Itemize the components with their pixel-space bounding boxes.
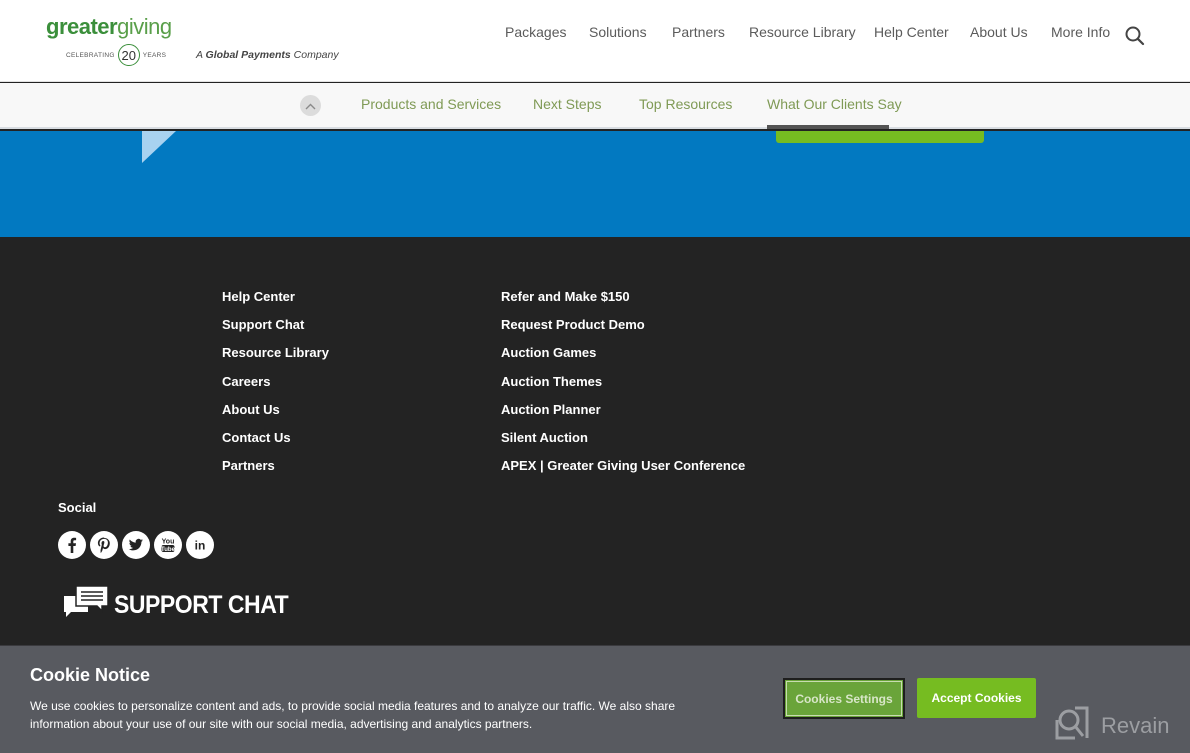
tagline-suffix: Company xyxy=(290,49,339,61)
nav-help-center[interactable]: Help Center xyxy=(874,24,949,40)
revain-watermark: Revain xyxy=(1055,706,1169,746)
decorative-triangle xyxy=(142,131,176,163)
facebook-icon[interactable] xyxy=(58,531,86,559)
svg-text:in: in xyxy=(195,539,206,553)
logo-word-light: giving xyxy=(117,14,172,39)
support-chat-label: SUPPORT CHAT xyxy=(114,591,289,619)
logo-years-badge: 20 xyxy=(117,44,140,66)
logo-celebrating: CELEBRATING xyxy=(66,51,115,59)
cookies-settings-button[interactable]: Cookies Settings xyxy=(783,678,905,719)
support-chat-button[interactable]: SUPPORT CHAT xyxy=(62,584,303,627)
nav-about-us[interactable]: About Us xyxy=(970,24,1028,40)
subnav-what-our-clients-say[interactable]: What Our Clients Say xyxy=(767,96,902,112)
footer-link-about-us[interactable]: About Us xyxy=(222,396,329,424)
subnav-next-steps[interactable]: Next Steps xyxy=(533,96,601,112)
svg-text:Tube: Tube xyxy=(161,547,176,553)
logo-wordmark: greatergiving xyxy=(46,14,176,40)
logo-word-bold: greater xyxy=(46,14,118,39)
footer-link-request-demo[interactable]: Request Product Demo xyxy=(501,311,745,339)
footer-link-auction-games[interactable]: Auction Games xyxy=(501,339,745,367)
tagline-prefix: A xyxy=(196,49,206,61)
subnav-products-and-services[interactable]: Products and Services xyxy=(361,96,501,112)
youtube-icon[interactable]: You Tube xyxy=(154,531,182,559)
cookie-notice-title: Cookie Notice xyxy=(30,665,151,685)
site-header: greatergiving CELEBRATING 20 YEARS A Glo… xyxy=(0,0,1190,82)
pinterest-icon[interactable] xyxy=(90,531,118,559)
revain-logo-icon xyxy=(1055,706,1089,746)
footer-link-careers[interactable]: Careers xyxy=(222,368,329,396)
footer-link-partners[interactable]: Partners xyxy=(222,452,329,480)
search-icon[interactable] xyxy=(1124,25,1146,47)
footer-links-col-2: Refer and Make $150 Request Product Demo… xyxy=(501,283,745,480)
footer-link-refer[interactable]: Refer and Make $150 xyxy=(501,283,745,311)
cookie-notice-text: We use cookies to personalize content an… xyxy=(30,699,676,731)
site-footer: Help Center Support Chat Resource Librar… xyxy=(0,237,1190,647)
cookie-notice-banner: Cookie Notice We use cookies to personal… xyxy=(0,645,1190,753)
scroll-to-top-button[interactable] xyxy=(300,95,321,116)
svg-text:You: You xyxy=(162,539,175,546)
footer-link-contact-us[interactable]: Contact Us xyxy=(222,424,329,452)
nav-solutions[interactable]: Solutions xyxy=(589,24,647,40)
subnav-top-resources[interactable]: Top Resources xyxy=(639,96,732,112)
footer-link-auction-planner[interactable]: Auction Planner xyxy=(501,396,745,424)
section-subnav: Products and Services Next Steps Top Res… xyxy=(0,83,1190,129)
logo-anniversary: CELEBRATING 20 YEARS xyxy=(66,44,166,66)
nav-partners[interactable]: Partners xyxy=(672,24,725,40)
nav-more-info[interactable]: More Info xyxy=(1051,24,1110,40)
logo-years: YEARS xyxy=(142,51,167,59)
footer-link-apex-conference[interactable]: APEX | Greater Giving User Conference xyxy=(501,452,745,480)
footer-link-help-center[interactable]: Help Center xyxy=(222,283,329,311)
nav-packages[interactable]: Packages xyxy=(505,24,566,40)
footer-links-col-1: Help Center Support Chat Resource Librar… xyxy=(222,283,329,480)
greatergiving-logo[interactable]: greatergiving CELEBRATING 20 YEARS xyxy=(46,14,176,70)
social-heading: Social xyxy=(58,500,97,515)
tagline-brand: Global Payments xyxy=(205,49,291,61)
subnav-active-indicator xyxy=(767,125,889,129)
revain-label: Revain xyxy=(1101,713,1170,738)
accept-cookies-button[interactable]: Accept Cookies xyxy=(917,678,1036,718)
tagline: A Global Payments Company xyxy=(196,49,339,61)
nav-resource-library[interactable]: Resource Library xyxy=(749,24,856,40)
social-links: You Tube in xyxy=(58,531,214,559)
footer-link-auction-themes[interactable]: Auction Themes xyxy=(501,368,745,396)
footer-link-resource-library[interactable]: Resource Library xyxy=(222,339,329,367)
blue-banner xyxy=(0,131,1190,237)
footer-link-silent-auction[interactable]: Silent Auction xyxy=(501,424,745,452)
cta-button-partial[interactable] xyxy=(776,131,984,143)
chevron-up-icon xyxy=(305,97,316,115)
footer-link-support-chat[interactable]: Support Chat xyxy=(222,311,329,339)
twitter-icon[interactable] xyxy=(122,531,150,559)
linkedin-icon[interactable]: in xyxy=(186,531,214,559)
chat-bubbles-icon xyxy=(62,584,110,627)
